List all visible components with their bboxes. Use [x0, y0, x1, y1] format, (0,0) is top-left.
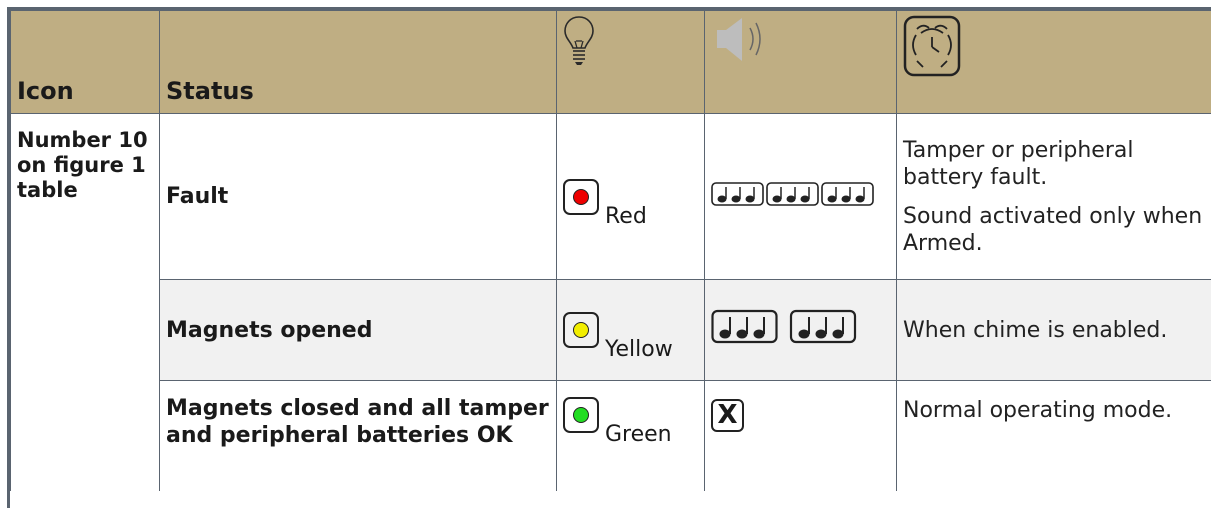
header-sound: [704, 10, 897, 114]
led-dot: [573, 188, 589, 205]
header-light: [556, 10, 705, 114]
led-cell: Green: [556, 380, 705, 491]
led-green-icon: [563, 397, 599, 433]
lightbulb-icon: [564, 16, 594, 65]
sound-cell: X: [704, 380, 897, 491]
no-sound-icon: X: [711, 399, 744, 432]
double-beep-sequence-icon: [711, 309, 857, 344]
led-dot: [573, 407, 589, 423]
description-line: When chime is enabled.: [903, 317, 1168, 343]
led-label: Green: [605, 422, 672, 447]
header-alarm: [896, 10, 1211, 114]
description-cell: When chime is enabled.: [896, 279, 1211, 381]
led-cell: Red: [556, 113, 705, 280]
header-status: Status: [159, 10, 557, 114]
icon-cell: Number 10 on figure 1 table: [10, 113, 160, 491]
table-row: Magnets closed and all tamper and periph…: [11, 380, 1211, 491]
led-cell: Yellow: [556, 279, 705, 381]
speaker-icon: [717, 18, 761, 61]
led-label: Yellow: [605, 337, 673, 362]
header-icon: Icon: [10, 10, 160, 114]
status-cell: Magnets closed and all tamper and periph…: [159, 380, 557, 491]
table-row: Magnets opened Yellow When chime is enab…: [11, 279, 1211, 381]
description-cell: Normal operating mode.: [896, 380, 1211, 491]
alarm-clock-icon: [903, 15, 961, 77]
description-line: Sound activated only when Armed.: [903, 203, 1203, 256]
header-row: Icon Status: [10, 10, 1211, 114]
description-line: Tamper or peripheral battery fault.: [903, 137, 1134, 190]
triple-beep-sequence-icon: [711, 181, 874, 206]
description-line: Normal operating mode.: [903, 398, 1173, 423]
status-table-container: Icon Status Number 10 on figure 1 table …: [7, 7, 1211, 508]
sound-cell: [704, 113, 897, 280]
status-table: Icon Status Number 10 on figure 1 table …: [10, 10, 1211, 491]
status-cell: Magnets opened: [159, 279, 557, 381]
status-cell: Fault: [159, 113, 557, 280]
description-cell: Tamper or peripheral battery fault. Soun…: [896, 113, 1211, 280]
led-red-icon: [563, 178, 599, 215]
sound-cell: [704, 279, 897, 381]
led-yellow-icon: [563, 312, 599, 348]
led-dot: [573, 322, 589, 338]
table-row: Number 10 on figure 1 table Fault Red Ta…: [10, 113, 1211, 491]
led-label: Red: [605, 203, 647, 229]
